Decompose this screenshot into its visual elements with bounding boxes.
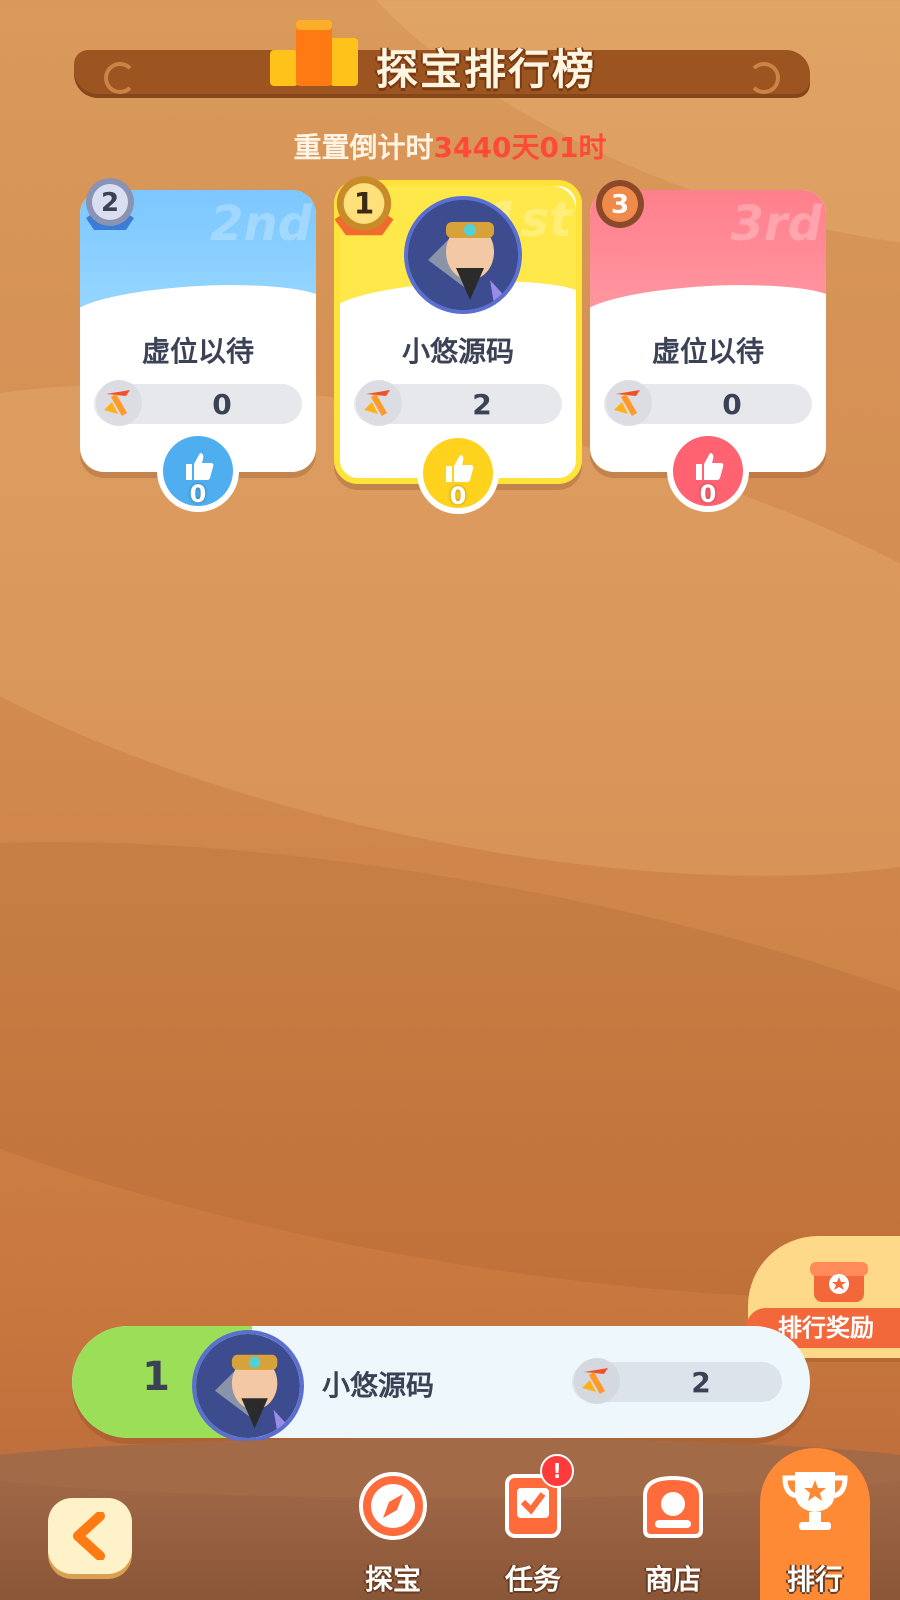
- like-count: 0: [189, 480, 207, 508]
- card-wave: [590, 279, 826, 308]
- back-button[interactable]: [48, 1498, 132, 1574]
- svg-text:1: 1: [354, 187, 375, 221]
- rank-3-medal-icon: 3: [596, 180, 644, 228]
- card-wave: [80, 279, 316, 308]
- thumbs-up-icon: [446, 455, 474, 482]
- svg-text:3: 3: [611, 190, 629, 220]
- my-avatar: [192, 1330, 304, 1442]
- my-score-value: 2: [691, 1366, 711, 1399]
- nav-label: 探宝: [364, 1563, 421, 1596]
- nav-tab-tasks[interactable]: ! 任务: [478, 1454, 588, 1600]
- rank-1-medal-icon: 1: [334, 176, 394, 236]
- my-score-bar: 2: [572, 1358, 782, 1404]
- nav-tab-shop[interactable]: 商店: [618, 1470, 728, 1600]
- like-button[interactable]: 0: [157, 430, 239, 512]
- countdown-value: 3440天01时: [433, 131, 607, 164]
- like-button[interactable]: 0: [417, 432, 499, 514]
- player-avatar: [404, 196, 522, 314]
- trophy-icon: [782, 1472, 848, 1530]
- like-button[interactable]: 0: [667, 430, 749, 512]
- swirl-decoration-icon: [104, 62, 136, 94]
- my-rank-number: 1: [142, 1354, 170, 1400]
- podium-icon: [270, 20, 358, 86]
- score-bar: 0: [604, 380, 812, 426]
- shop-icon: [643, 1475, 703, 1538]
- score-value: 0: [212, 388, 232, 421]
- chevron-left-icon: [73, 1512, 105, 1560]
- countdown-label: 重置倒计时: [293, 131, 434, 164]
- player-name: 小悠源码: [401, 335, 514, 368]
- rank-watermark: 3rd: [730, 196, 822, 252]
- like-count: 0: [699, 480, 717, 508]
- player-name: 虚位以待: [141, 335, 254, 368]
- rank-2-medal-icon: 2: [86, 178, 134, 230]
- nav-label: 排行: [786, 1563, 843, 1596]
- score-bar: 0: [94, 380, 302, 426]
- pickaxe-icon: [606, 380, 652, 426]
- score-bar: 2: [354, 380, 562, 426]
- thumbs-up-icon: [186, 453, 214, 480]
- pickaxe-icon: [356, 380, 402, 426]
- player-name: 虚位以待: [651, 335, 764, 368]
- nav-tab-ranking[interactable]: 排行: [760, 1448, 870, 1600]
- my-player-name: 小悠源码: [322, 1369, 435, 1402]
- my-rank-row[interactable]: 1 小悠源码 2: [72, 1326, 810, 1438]
- nav-label: 商店: [644, 1563, 701, 1596]
- nav-label: 任务: [504, 1563, 561, 1596]
- gift-box-icon: [810, 1262, 868, 1302]
- score-value: 0: [722, 388, 742, 421]
- reset-countdown: 重置倒计时3440天01时: [0, 126, 900, 166]
- thumbs-up-icon: [696, 453, 724, 480]
- page-title: 探宝排行榜: [376, 45, 597, 94]
- task-alert-badge: !: [540, 1454, 574, 1488]
- like-count: 0: [449, 482, 467, 510]
- pickaxe-icon: [574, 1358, 620, 1404]
- nav-tab-explore[interactable]: 探宝: [338, 1470, 448, 1600]
- rank-watermark: 2nd: [210, 196, 312, 252]
- svg-text:2: 2: [101, 188, 119, 218]
- swirl-decoration-icon: [748, 62, 780, 94]
- score-value: 2: [472, 388, 492, 421]
- pickaxe-icon: [96, 380, 142, 426]
- compass-icon: [359, 1472, 427, 1540]
